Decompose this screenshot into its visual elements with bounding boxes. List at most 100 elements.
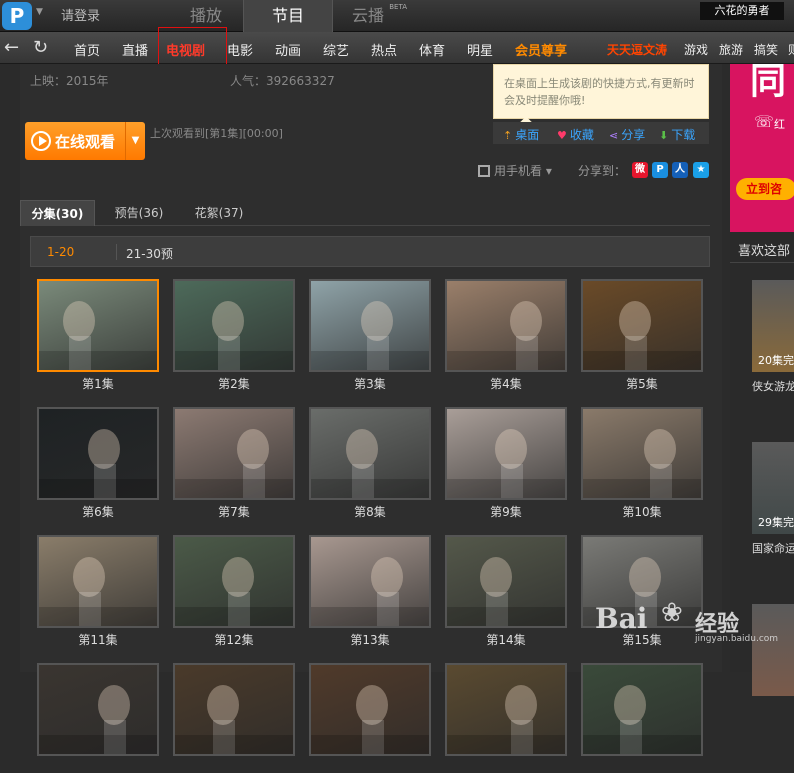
episode-thumbnail [173,535,295,628]
nav-movie[interactable]: 电影 [227,40,253,59]
back-arrow-icon[interactable]: ← [4,37,19,58]
title-bar: P ▼ 请登录 播放 节目 云播 BETA 六花的勇者 [0,0,794,32]
episode-label: 第7集 [218,505,250,519]
nav-promo[interactable]: 天天逗文涛 [607,41,667,58]
thumbnail-scene [447,557,565,626]
episode-thumbnail [173,407,295,500]
episode-label: 第14集 [486,633,526,647]
thumbnail-scene [175,429,293,498]
desktop-icon: ⇡ [503,129,513,142]
ad-consult-button[interactable]: 立到咨 [736,178,794,200]
episode-item[interactable]: 第3集 [309,279,431,391]
login-link[interactable]: 请登录 [61,5,100,24]
nav-sports[interactable]: 体育 [419,40,445,59]
episode-label: 第4集 [490,377,522,391]
nav-live[interactable]: 直播 [122,40,148,59]
tab-cloud[interactable]: 云播 BETA [323,0,413,32]
episode-thumbnail [445,535,567,628]
episode-item[interactable]: 第1集 [37,279,159,391]
episode-item[interactable] [581,663,703,773]
rec-poster [752,604,794,696]
weibo-icon[interactable]: 微 [632,162,648,178]
release-date: 上映：2015年 [30,74,109,88]
ad-banner[interactable]: 同 ☏ 红 立到咨 [730,62,794,232]
share-icon: ⋖ [609,129,619,142]
thumbnail-scene [175,301,293,370]
thumbnail-scene [175,557,293,626]
thumbnail-scene [447,429,565,498]
episode-item[interactable]: 第9集 [445,407,567,519]
episode-item[interactable]: 第2集 [173,279,295,391]
episode-item[interactable]: 第5集 [581,279,703,391]
watch-on-mobile[interactable]: 用手机看 ▾ [478,162,552,179]
thumbnail-scene [39,685,157,754]
thumbnail-scene [39,301,157,370]
beta-badge: BETA [389,3,407,11]
refresh-icon[interactable]: ↻ [33,37,48,58]
episode-thumbnail [309,535,431,628]
episode-item[interactable]: 第10集 [581,407,703,519]
episode-item[interactable] [309,663,431,773]
episode-item[interactable] [445,663,567,773]
episode-item[interactable] [37,663,159,773]
nav-vip[interactable]: 会员尊享 [515,40,567,59]
episode-item[interactable]: 第12集 [173,535,295,647]
episode-thumbnail [309,279,431,372]
nav-games[interactable]: 游戏 [684,41,708,58]
tab-trailers[interactable]: 预告(36) [103,200,175,226]
nav-bar: ← ↻ 首页 直播 电视剧 电影 动画 综艺 热点 体育 明星 会员尊享 天天逗… [0,32,794,64]
episode-thumbnail [37,663,159,756]
thumbnail-scene [447,301,565,370]
qq-star-icon[interactable]: ★ [693,162,709,178]
episode-item[interactable] [173,663,295,773]
episode-item[interactable]: 第6集 [37,407,159,519]
pptv-logo[interactable]: P [2,2,32,30]
desktop-shortcut-button[interactable]: ⇡ 桌面 [503,126,539,143]
thumbnail-scene [311,557,429,626]
nav-home[interactable]: 首页 [74,40,100,59]
episode-item[interactable]: 第8集 [309,407,431,519]
action-bar: ⇡ 桌面 ♥ 收藏 ⋖ 分享 ⬇ 下载 [493,122,709,144]
episode-thumbnail [173,279,295,372]
nav-stars[interactable]: 明星 [467,40,493,59]
episode-item[interactable]: 第14集 [445,535,567,647]
recommend-title: 喜欢这部 [738,244,791,259]
episode-item[interactable]: 第11集 [37,535,159,647]
promo-banner[interactable]: 六花的勇者 [700,2,784,20]
baidu-watermark: Bai ❀ 经验 jingyan.baidu.com [595,598,779,644]
nav-funny[interactable]: 搞笑 [754,41,778,58]
range-21-30[interactable]: 21-30预 [126,245,173,262]
rec-item[interactable]: 20集完 侠女游龙 [752,280,794,400]
favorite-button[interactable]: ♥ 收藏 [557,126,594,143]
play-icon [31,131,51,151]
tab-programs[interactable]: 节目 [243,0,333,32]
tab-episodes[interactable]: 分集(30) [20,200,95,226]
range-1-20[interactable]: 1-20 [47,245,74,259]
watch-online-button[interactable]: 在线观看 ▼ [25,122,145,160]
episode-item[interactable]: 第13集 [309,535,431,647]
renren-icon[interactable]: 人 [672,162,688,178]
qzone-icon[interactable]: P [652,162,668,178]
rec-item[interactable]: 29集完 国家命运 [752,442,794,562]
share-button[interactable]: ⋖ 分享 [609,126,645,143]
episode-label: 第10集 [622,505,662,519]
nav-travel[interactable]: 旅游 [719,41,743,58]
thumbnail-scene [583,429,701,498]
download-button[interactable]: ⬇ 下载 [659,126,695,143]
nav-more[interactable]: 则 [788,41,794,58]
episode-thumbnail [445,279,567,372]
episode-item[interactable]: 第4集 [445,279,567,391]
nav-anime[interactable]: 动画 [275,40,301,59]
nav-variety[interactable]: 综艺 [323,40,349,59]
tab-behind-scenes[interactable]: 花絮(37) [183,200,255,226]
menu-caret-icon[interactable]: ▼ [36,7,43,17]
thumbnail-scene [311,685,429,754]
divider [730,262,794,263]
nav-hot[interactable]: 热点 [371,40,397,59]
thumbnail-scene [39,557,157,626]
episode-tabs: 分集(30) 预告(36) 花絮(37) [20,200,710,226]
episode-item[interactable]: 第7集 [173,407,295,519]
rec-item[interactable] [752,604,794,724]
chevron-down-icon[interactable]: ▼ [125,122,145,160]
last-watched[interactable]: 上次观看到[第1集][00:00] [150,125,283,141]
